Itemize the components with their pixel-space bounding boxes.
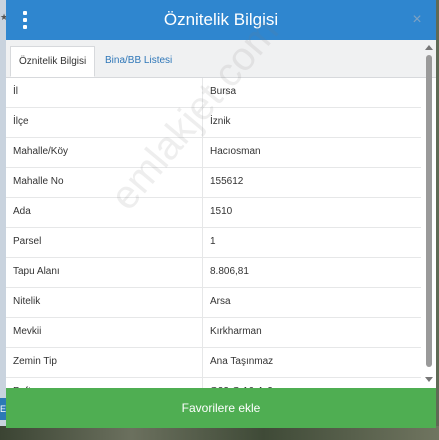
table-row: Mahalle/Köy Hacıosman	[6, 138, 421, 168]
table-row: İlçe İznik	[6, 108, 421, 138]
table-row: Parsel 1	[6, 228, 421, 258]
row-key: İlçe	[13, 116, 29, 127]
table-row: İl Bursa	[6, 78, 421, 108]
row-value: İznik	[210, 116, 231, 127]
row-value: 155612	[210, 176, 244, 187]
attribute-table: İl Bursa İlçe İznik Mahalle/Köy Hacıosman M…	[6, 78, 421, 408]
row-key: Tapu Alanı	[13, 266, 60, 277]
row-value: Bursa	[210, 86, 237, 97]
panel-title: Öznitelik Bilgisi	[163, 10, 279, 29]
add-to-favorites-button[interactable]: Favorilere ekle	[6, 388, 436, 428]
row-key: Mahalle No	[13, 176, 64, 187]
map-background-bottom	[0, 426, 439, 440]
tab-building-list[interactable]: Bina/BB Listesi	[97, 46, 180, 77]
tab-attribute-info[interactable]: Öznitelik Bilgisi	[10, 46, 96, 77]
table-row: Mevkii Kırkharman	[6, 318, 421, 348]
table-row: Mahalle No 155612	[6, 168, 421, 198]
row-value: Hacıosman	[210, 146, 261, 157]
row-key: Ada	[13, 206, 31, 217]
row-value: 8.806,81	[210, 266, 249, 277]
row-key: Mevkii	[13, 326, 42, 337]
row-key: Mahalle/Köy	[13, 146, 69, 157]
attribute-info-panel: Öznitelik Bilgisi × Öznitelik Bilgisi Bi…	[6, 0, 436, 428]
close-icon[interactable]: ×	[410, 11, 424, 29]
tab-bar: Öznitelik Bilgisi Bina/BB Listesi	[6, 40, 436, 78]
vertical-scrollbar[interactable]	[422, 43, 436, 386]
row-key: İl	[13, 86, 18, 97]
row-key: Zemin Tip	[13, 356, 57, 367]
row-value: Arsa	[210, 296, 231, 307]
table-row: Ada 1510	[6, 198, 421, 228]
row-key: Parsel	[13, 236, 42, 247]
scroll-thumb[interactable]	[426, 55, 432, 367]
scroll-up-arrow-icon[interactable]	[425, 45, 433, 50]
row-key: Nitelik	[13, 296, 41, 307]
panel-header: Öznitelik Bilgisi ×	[6, 0, 436, 40]
row-value: Kırkharman	[210, 326, 262, 337]
table-row: Nitelik Arsa	[6, 288, 421, 318]
scroll-down-arrow-icon[interactable]	[425, 377, 433, 382]
table-row: Tapu Alanı 8.806,81	[6, 258, 421, 288]
row-value: 1	[210, 236, 216, 247]
row-value: Ana Taşınmaz	[210, 356, 274, 367]
table-row: Zemin Tip Ana Taşınmaz	[6, 348, 421, 378]
row-value: 1510	[210, 206, 233, 217]
